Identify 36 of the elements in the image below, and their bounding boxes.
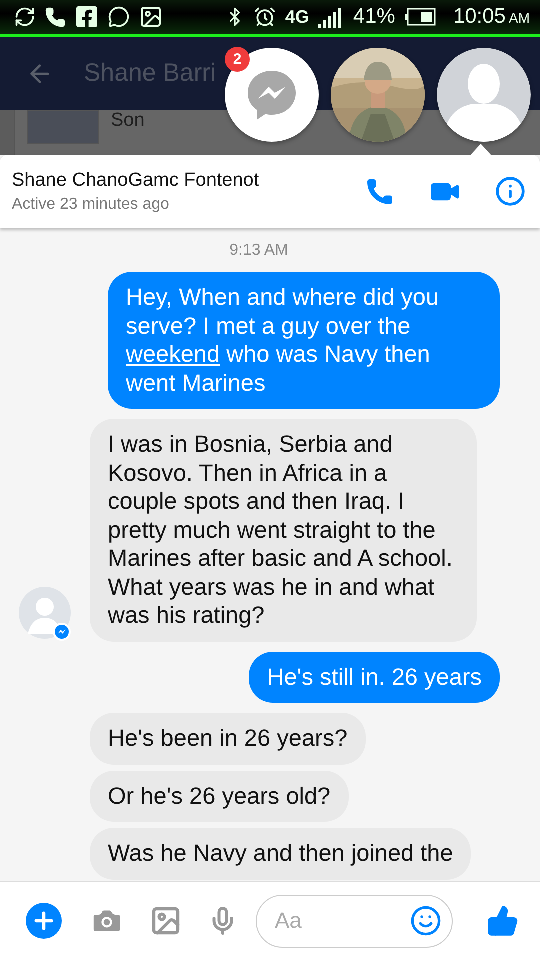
message-bubble: I was in Bosnia, Serbia and Kosovo. Then in Africa in a couple spots and then Iraq. I pretty much went straight to the Marines after basic and A school. What years was he in and what was his rating? [90, 419, 477, 642]
chat-icon [108, 6, 130, 28]
relation-label: Son [111, 110, 145, 132]
message-bubble: Hey, When and where did you serve? I met a guy over the weekend who was Navy then went Marines [108, 272, 500, 409]
clock-meridiem: AM [509, 10, 530, 26]
message-bubble: He's been in 26 years? [90, 713, 366, 764]
battery-icon [404, 8, 436, 26]
emoji-button[interactable] [410, 905, 442, 937]
gallery-button[interactable] [150, 905, 182, 937]
image-icon [150, 905, 182, 937]
message-bubble: Was he Navy and then joined the [90, 828, 472, 880]
call-icon[interactable] [365, 176, 395, 206]
sync-icon [14, 6, 36, 28]
message-bubble: Or he's 26 years old? [90, 770, 349, 822]
thumbs-up-icon [486, 904, 520, 938]
clock-time: 10:05 [453, 5, 506, 29]
alarm-icon [254, 6, 276, 28]
contact-name: Shane ChanoGamc Fontenot [12, 170, 260, 192]
facebook-icon [75, 5, 99, 29]
message-link[interactable]: weekend [126, 341, 220, 367]
message-timestamp: 9:13 AM [230, 242, 288, 260]
message-composer[interactable]: Aa [256, 894, 453, 948]
like-button[interactable] [486, 904, 520, 938]
battery-percent: 41% [353, 5, 396, 29]
message-bubble: He's still in. 26 years [249, 652, 500, 703]
phone-icon [45, 6, 66, 28]
active-status: Active 23 minutes ago [12, 196, 170, 214]
add-button[interactable] [26, 903, 62, 939]
default-avatar[interactable] [437, 48, 531, 142]
smiley-icon [410, 905, 442, 937]
network-type: 4G [285, 6, 310, 28]
info-icon[interactable] [495, 176, 526, 207]
message-input[interactable]: Aa [273, 907, 410, 935]
image-icon [139, 5, 163, 29]
app-bar-title: Shane Barri [84, 59, 216, 88]
signal-icon [318, 6, 344, 28]
